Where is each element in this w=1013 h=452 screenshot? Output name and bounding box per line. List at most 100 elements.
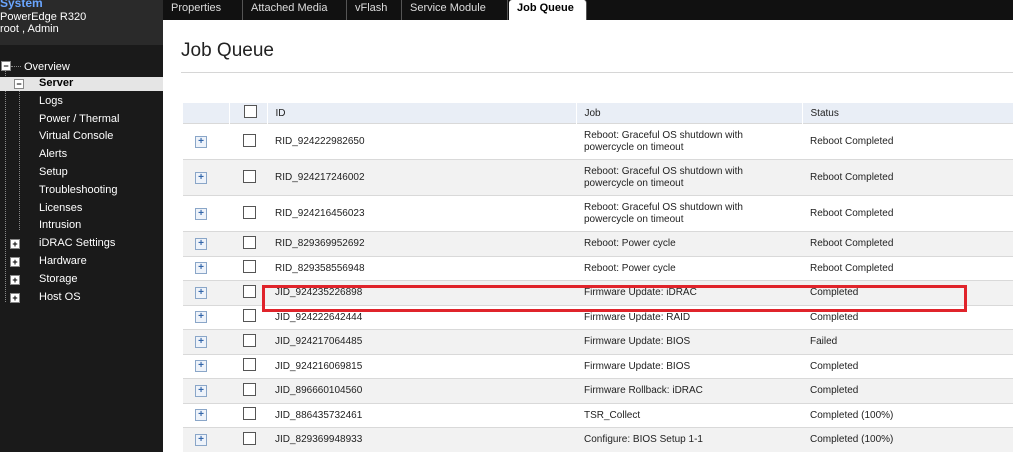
table-row: + RID_924222982650 Reboot: Graceful OS s… [183,123,1013,160]
row-checkbox[interactable] [243,431,256,445]
table-row: + JID_924222642444 Firmware Update: RAID… [183,304,1013,330]
tree-item-hardware[interactable]: Hardware [39,255,87,267]
job-id: JID_924235226898 [267,280,576,305]
job-name: Firmware Update: BIOS [576,353,802,379]
tree-item-server-row[interactable] [0,77,163,91]
table-row: + RID_829358556948 Reboot: Power cycle R… [183,255,1013,281]
table-row: + RID_924216456023 Reboot: Graceful OS s… [183,195,1013,232]
page-title: Job Queue [181,40,274,61]
tab-properties[interactable]: Properties [163,0,243,20]
header-id[interactable]: ID [267,103,577,124]
tab-vflash[interactable]: vFlash [347,0,402,20]
table-row: + JID_924216069815 Firmware Update: BIOS… [183,353,1013,379]
job-id: JID_886435732461 [267,402,576,428]
row-checkbox[interactable] [243,407,256,421]
row-checkbox[interactable] [243,133,256,147]
job-status: Completed [802,304,1013,330]
tree-connector [19,90,20,230]
tree-item-intrusion[interactable]: Intrusion [39,219,81,231]
expand-row-icon[interactable]: + [195,433,207,446]
job-status: Reboot Completed [802,231,1013,256]
row-checkbox[interactable] [243,358,256,372]
collapse-icon[interactable]: − [14,79,24,89]
collapse-icon[interactable]: − [1,61,11,71]
row-checkbox[interactable] [243,333,256,347]
header-job[interactable]: Job [576,103,803,124]
expand-icon[interactable]: + [10,275,20,285]
tree-item-server[interactable]: Server [39,77,74,89]
row-checkbox[interactable] [243,284,256,298]
expand-row-icon[interactable]: + [195,360,207,373]
expand-row-icon[interactable]: + [195,262,207,275]
table-row: + JID_924217064485 Firmware Update: BIOS… [183,329,1013,354]
job-name: Reboot: Graceful OS shutdown with powerc… [584,201,743,225]
job-id: RID_924222982650 [267,123,576,160]
tab-attached-media[interactable]: Attached Media [243,0,347,20]
expand-icon[interactable]: + [10,293,20,303]
job-name: TSR_Collect [576,402,802,428]
sidebar: System PowerEdge R320 root , Admin − Ove… [0,0,163,452]
job-name: Firmware Update: BIOS [576,329,802,354]
expand-icon[interactable]: + [10,257,20,267]
tab-job-queue[interactable]: Job Queue [509,0,587,20]
expand-row-icon[interactable]: + [195,207,207,220]
job-name: Reboot: Graceful OS shutdown with powerc… [584,129,743,153]
tree-item-licenses[interactable]: Licenses [39,202,82,214]
job-status: Reboot Completed [802,123,1013,160]
tree-item-host-os[interactable]: Host OS [39,291,81,303]
table-row: + JID_924235226898 Firmware Update: iDRA… [183,280,1013,305]
job-id: JID_924217064485 [267,329,576,354]
row-checkbox[interactable] [243,382,256,396]
job-name: Firmware Update: iDRAC [576,280,802,305]
job-name: Configure: BIOS Setup 1-1 [576,427,802,452]
tree-item-alerts[interactable]: Alerts [39,148,67,160]
job-queue-table: ID Job Status + RID_924222982650 Reboot:… [183,103,1013,452]
table-row: + RID_829369952692 Reboot: Power cycle R… [183,231,1013,256]
row-checkbox[interactable] [243,205,256,219]
expand-row-icon[interactable]: + [195,384,207,397]
job-name: Firmware Rollback: iDRAC [576,378,802,403]
job-name: Reboot: Power cycle [576,255,802,281]
expand-row-icon[interactable]: + [195,171,207,184]
expand-row-icon[interactable]: + [195,135,207,148]
expand-row-icon[interactable]: + [195,237,207,250]
row-checkbox[interactable] [243,309,256,323]
tree-connector [11,66,21,67]
job-id: RID_829358556948 [267,255,576,281]
tree-item-virtual-console[interactable]: Virtual Console [39,130,113,142]
tree-connector [5,70,6,302]
tab-bar: Properties Attached Media vFlash Service… [163,0,1013,20]
expand-row-icon[interactable]: + [195,335,207,348]
tree-item-storage[interactable]: Storage [39,273,78,285]
row-checkbox[interactable] [243,235,256,249]
row-checkbox[interactable] [243,169,256,183]
expand-row-icon[interactable]: + [195,409,207,422]
select-all-checkbox[interactable] [243,105,257,118]
tree-item-logs[interactable]: Logs [39,95,63,107]
tree-item-setup[interactable]: Setup [39,166,68,178]
expand-row-icon[interactable]: + [195,311,207,324]
job-status: Completed (100%) [802,402,1013,428]
job-status: Failed [802,329,1013,354]
header-select [229,103,268,124]
header-status[interactable]: Status [802,103,1013,124]
job-status: Completed [802,280,1013,305]
job-status: Reboot Completed [802,159,1013,196]
tree-item-overview[interactable]: Overview [24,61,70,73]
system-title[interactable]: System [0,0,43,10]
table-row: + JID_896660104560 Firmware Rollback: iD… [183,378,1013,403]
tree-item-power-thermal[interactable]: Power / Thermal [39,113,120,125]
job-name: Reboot: Graceful OS shutdown with powerc… [584,165,743,189]
job-id: RID_829369952692 [267,231,576,256]
tree-item-troubleshooting[interactable]: Troubleshooting [39,184,117,196]
job-name: Reboot: Power cycle [576,231,802,256]
job-status: Reboot Completed [802,255,1013,281]
tab-service-module[interactable]: Service Module [402,0,508,20]
table-row: + RID_924217246002 Reboot: Graceful OS s… [183,159,1013,196]
expand-icon[interactable]: + [10,239,20,249]
job-status: Completed [802,353,1013,379]
expand-row-icon[interactable]: + [195,286,207,299]
row-checkbox[interactable] [243,260,256,274]
job-name: Firmware Update: RAID [576,304,802,330]
tree-item-idrac-settings[interactable]: iDRAC Settings [39,237,115,249]
